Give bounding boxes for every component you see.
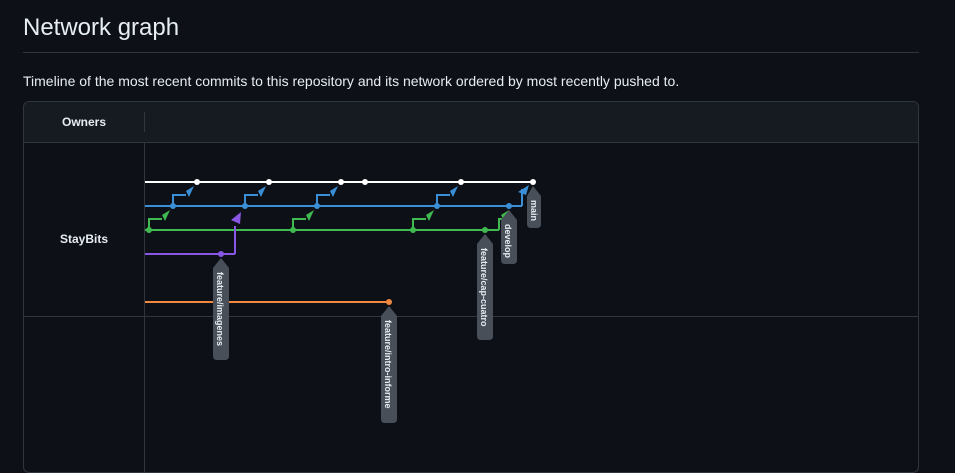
page-description: Timeline of the most recent commits to t…: [23, 73, 680, 89]
arrow-icon: [231, 212, 241, 224]
branch-label-cap-cuatro-text: feature/cap-cuatro: [479, 248, 489, 327]
arrow-icon: [426, 210, 434, 221]
branch-label-imagenes-text: feature/imagenes: [215, 272, 225, 346]
branch-label-develop-text: develop: [503, 224, 513, 259]
commit-dot-head-feature-imagenes[interactable]: [218, 251, 224, 257]
commit-dot[interactable]: [170, 203, 176, 209]
commit-dot[interactable]: [266, 179, 272, 185]
commit-dot[interactable]: [458, 179, 464, 185]
commit-dot[interactable]: [362, 179, 368, 185]
title-divider: [23, 52, 919, 53]
commit-dot[interactable]: [338, 179, 344, 185]
arrow-icon: [306, 210, 314, 221]
arrow-icon: [186, 186, 194, 197]
branch-develop: [145, 185, 529, 209]
arrow-icon: [450, 186, 458, 197]
branch-label-intro-informe-text: feature/intro-informe: [383, 320, 393, 409]
branch-feature-cap-cuatro: [145, 210, 509, 233]
branch-label-main[interactable]: main: [527, 186, 541, 228]
commit-dot[interactable]: [314, 203, 320, 209]
branch-label-feature-cap-cuatro[interactable]: feature/cap-cuatro: [477, 234, 493, 340]
branch-label-develop[interactable]: develop: [501, 210, 517, 264]
commit-dot[interactable]: [242, 203, 248, 209]
commit-dot[interactable]: [290, 227, 296, 233]
commit-dot-head-main[interactable]: [530, 179, 536, 185]
commit-dot-head-feature-cap-cuatro[interactable]: [482, 227, 488, 233]
arrow-icon: [162, 210, 170, 221]
commit-dot[interactable]: [434, 203, 440, 209]
page-title: Network graph: [23, 14, 180, 41]
arrow-icon: [330, 186, 338, 197]
commit-dot-head-develop[interactable]: [506, 203, 512, 209]
branch-label-feature-imagenes[interactable]: feature/imagenes: [213, 258, 229, 360]
arrow-icon: [518, 185, 529, 195]
branch-label-main-text: main: [529, 200, 539, 221]
branch-feature-intro-informe: [145, 299, 392, 305]
branch-main: [145, 179, 536, 185]
branch-label-feature-intro-informe[interactable]: feature/intro-informe: [381, 306, 397, 423]
commit-dot[interactable]: [410, 227, 416, 233]
commit-graph-canvas[interactable]: main develop feature/cap-cuatro feature/…: [24, 102, 918, 472]
arrow-icon: [258, 186, 266, 197]
commit-dot-head-feature-intro-informe[interactable]: [386, 299, 392, 305]
commit-dot[interactable]: [194, 179, 200, 185]
network-graph[interactable]: Owners StayBits main develop feature/cap…: [23, 101, 919, 473]
commit-dot[interactable]: [146, 227, 152, 233]
